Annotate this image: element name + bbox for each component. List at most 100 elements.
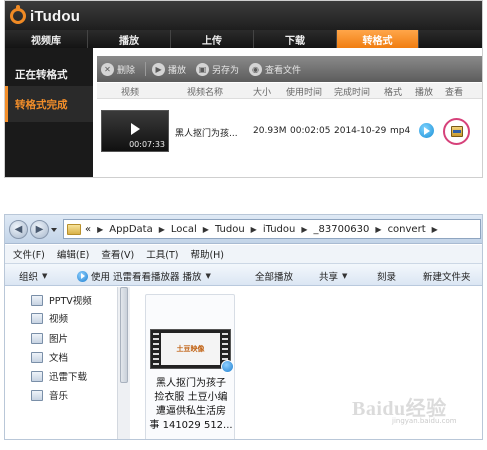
menu-file[interactable]: 文件(F) xyxy=(13,247,45,261)
power-logo-icon xyxy=(10,5,26,24)
menu-tools[interactable]: 工具(T) xyxy=(146,247,178,261)
breadcrumb-userid[interactable]: _83700630 xyxy=(314,224,370,235)
video-duration: 00:07:33 xyxy=(129,140,165,149)
sidebar-item-label: 迅雷下载 xyxy=(49,372,88,383)
file-name: 黑人抠门为孩子 捡衣服 土豆小编 遭逼供私生活房 事 141029 512... xyxy=(149,377,233,433)
video-thumbnail[interactable]: 00:07:33 xyxy=(101,110,169,152)
col-format: 格式 xyxy=(384,88,403,98)
save-as-button[interactable]: ▣ 另存为 xyxy=(196,62,240,76)
caret-down-icon: ▼ xyxy=(42,272,48,280)
menu-help[interactable]: 帮助(H) xyxy=(190,247,224,261)
play-with-button[interactable]: 使用 迅雷看看播放器 播放 ▼ xyxy=(77,269,211,283)
breadcrumb-appdata[interactable]: AppData xyxy=(109,224,152,235)
breadcrumb-local[interactable]: Local xyxy=(171,224,197,235)
menu-edit[interactable]: 编辑(E) xyxy=(57,247,89,261)
sidebar-item-converted[interactable]: 转格式完成 xyxy=(5,86,93,122)
delete-button[interactable]: ✕ 删除 xyxy=(101,62,136,76)
save-icon: ▣ xyxy=(196,62,210,76)
breadcrumb-overflow[interactable]: « xyxy=(85,224,91,235)
play-button[interactable]: ▶ 播放 xyxy=(152,62,187,76)
breadcrumb-itudou[interactable]: iTudou xyxy=(263,224,296,235)
sidebar-item-label: 视频 xyxy=(49,314,69,325)
history-dropdown-icon[interactable] xyxy=(51,228,57,232)
sidebar-item-label: PPTV视频 xyxy=(49,296,92,307)
organize-label: 组织 xyxy=(19,272,39,283)
sidebar-item-pptv[interactable]: PPTV视频 xyxy=(31,291,92,309)
view-file-button[interactable]: ◉ 查看文件 xyxy=(249,62,302,76)
sidebar-item-music[interactable]: 音乐 xyxy=(31,386,68,404)
file-name-line: 事 141029 512... xyxy=(149,420,233,431)
film-strip-left xyxy=(153,330,159,368)
save-as-label: 另存为 xyxy=(212,65,240,76)
play-with-label: 使用 迅雷看看播放器 播放 xyxy=(91,272,202,283)
sidebar-item-documents[interactable]: 文档 xyxy=(31,348,68,366)
burn-button[interactable]: 刻录 xyxy=(377,269,396,283)
video-completed-time: 2014-10-29 xyxy=(334,126,387,136)
file-name-line: 遭逼供私生活房 xyxy=(156,406,226,417)
col-completed: 完成时间 xyxy=(334,88,371,98)
chevron-right-icon: ▶ xyxy=(301,224,308,234)
main-nav: 视频库 播放 上传 下载 转格式 xyxy=(5,30,482,48)
col-play: 播放 xyxy=(415,88,434,98)
forward-button[interactable]: ▶ xyxy=(30,220,49,239)
delete-icon: ✕ xyxy=(101,62,114,76)
delete-label: 删除 xyxy=(117,65,136,76)
tab-convert[interactable]: 转格式 xyxy=(337,30,419,48)
menu-view[interactable]: 查看(V) xyxy=(101,247,134,261)
share-button[interactable]: 共享 ▼ xyxy=(319,269,347,283)
breadcrumb: « ▶ AppData ▶ Local ▶ Tudou ▶ iTudou ▶ _… xyxy=(85,224,444,235)
tab-library[interactable]: 视频库 xyxy=(5,30,88,48)
music-library-icon xyxy=(31,389,43,401)
caret-down-icon: ▼ xyxy=(205,272,211,280)
menu-bar: 文件(F) 编辑(E) 查看(V) 工具(T) 帮助(H) xyxy=(5,245,482,263)
row-play-button[interactable] xyxy=(419,123,434,138)
download-library-icon xyxy=(31,370,43,382)
folder-icon xyxy=(451,126,463,137)
chevron-right-icon: ▶ xyxy=(158,224,165,234)
navigation-scrollbar[interactable] xyxy=(117,287,130,439)
view-folder-button[interactable] xyxy=(443,118,470,145)
tab-play[interactable]: 播放 xyxy=(88,30,171,48)
scrollbar-thumb[interactable] xyxy=(120,287,128,383)
document-library-icon xyxy=(31,351,43,363)
breadcrumb-convert[interactable]: convert xyxy=(388,224,426,235)
new-folder-label: 新建文件夹 xyxy=(423,272,471,283)
breadcrumb-tudou[interactable]: Tudou xyxy=(215,224,245,235)
path-field[interactable]: « ▶ AppData ▶ Local ▶ Tudou ▶ iTudou ▶ _… xyxy=(63,219,481,239)
chevron-right-icon: ▶ xyxy=(431,224,438,234)
chevron-right-icon: ▶ xyxy=(375,224,382,234)
address-bar: ◀ ▶ « ▶ AppData ▶ Local ▶ Tudou ▶ iTudou… xyxy=(5,215,482,244)
view-file-label: 查看文件 xyxy=(265,65,302,76)
video-file-item[interactable]: 土豆映像 黑人抠门为孩子 捡衣服 土豆小编 遭逼供私生活房 事 141029 5… xyxy=(145,294,235,439)
play-label: 播放 xyxy=(168,65,187,76)
sidebar-item-pictures[interactable]: 图片 xyxy=(31,329,68,347)
player-badge-icon xyxy=(221,360,234,373)
video-size: 20.93M xyxy=(253,126,287,136)
itudou-titlebar: iTudou xyxy=(5,1,482,30)
sidebar-item-thunder-downloads[interactable]: 迅雷下载 xyxy=(31,367,87,385)
table-header: 视频 视频名称 大小 使用时间 完成时间 格式 播放 查看 xyxy=(97,83,482,99)
app-title: iTudou xyxy=(30,7,81,25)
sidebar-item-videos[interactable]: 视频 xyxy=(31,309,68,327)
tab-download[interactable]: 下载 xyxy=(254,30,337,48)
table-row[interactable]: 00:07:33 黑人抠门为孩... 20.93M 00:02:05 2014-… xyxy=(97,100,482,158)
play-icon: ▶ xyxy=(152,62,166,76)
sidebar-item-label: 音乐 xyxy=(49,391,69,402)
new-folder-button[interactable]: 新建文件夹 xyxy=(423,269,471,283)
toolbar-divider xyxy=(145,62,147,76)
folder-icon xyxy=(67,223,81,235)
col-video: 视频 xyxy=(121,88,140,98)
video-time-used: 00:02:05 xyxy=(290,126,331,136)
caret-down-icon: ▼ xyxy=(342,272,348,280)
file-name-line: 捡衣服 土豆小编 xyxy=(154,392,228,403)
play-all-button[interactable]: 全部播放 xyxy=(255,269,293,283)
share-label: 共享 xyxy=(319,272,339,283)
file-name-line: 黑人抠门为孩子 xyxy=(156,378,226,389)
play-all-label: 全部播放 xyxy=(255,272,294,283)
tab-upload[interactable]: 上传 xyxy=(171,30,254,48)
organize-button[interactable]: 组织 ▼ xyxy=(19,269,47,283)
back-button[interactable]: ◀ xyxy=(9,220,28,239)
chevron-right-icon: ▶ xyxy=(97,224,104,234)
col-view: 查看 xyxy=(445,88,464,98)
video-name: 黑人抠门为孩... xyxy=(175,129,238,139)
